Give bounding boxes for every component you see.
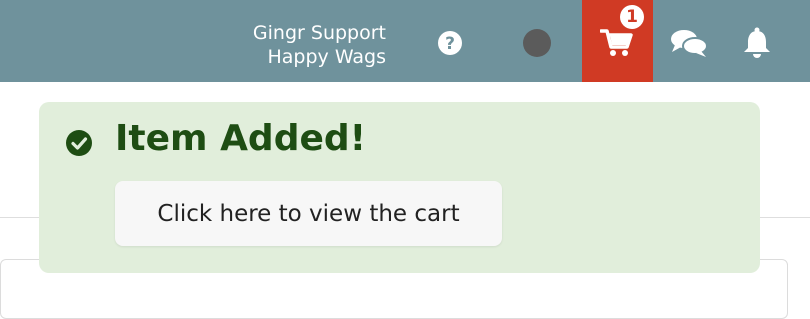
help-button[interactable]: ? [436, 29, 464, 57]
cart-button[interactable]: 1 [582, 0, 653, 82]
chat-bubbles-icon [671, 30, 708, 57]
account-info[interactable]: Gingr Support Happy Wags [253, 21, 386, 69]
notifications-button[interactable] [742, 27, 772, 59]
cart-count-badge: 1 [620, 5, 644, 29]
chat-button[interactable] [670, 28, 708, 58]
check-circle-icon [66, 130, 92, 156]
item-added-toast: Item Added! Click here to view the cart [39, 102, 760, 273]
top-navigation-bar: Gingr Support Happy Wags ? 1 [0, 0, 810, 82]
cart-icon [600, 29, 633, 56]
location-name: Happy Wags [267, 46, 386, 68]
status-indicator[interactable] [523, 29, 551, 57]
question-circle-icon: ? [438, 31, 462, 55]
svg-text:?: ? [445, 34, 455, 54]
view-cart-button[interactable]: Click here to view the cart [115, 181, 502, 246]
bell-icon [744, 27, 770, 58]
toast-title: Item Added! [115, 118, 367, 159]
account-name: Gingr Support [252, 22, 386, 44]
